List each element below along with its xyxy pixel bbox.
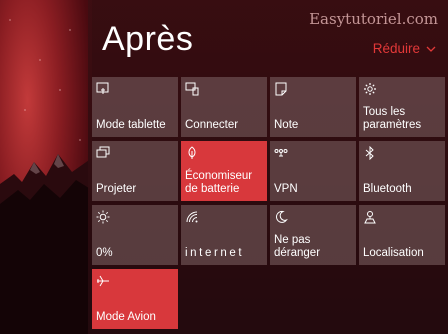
tile-label: Connecter [185, 119, 239, 131]
note-icon [275, 82, 287, 96]
action-center-panel: Après Easytutoriel.com Réduire Mode tabl… [88, 0, 448, 334]
tablet-mode-icon [96, 82, 109, 94]
chevron-down-icon [426, 46, 436, 52]
tile-quiet-hours[interactable]: Ne pas déranger [270, 205, 356, 265]
tile-label: Mode Avion [96, 311, 156, 323]
tile-airplane-mode[interactable]: Mode Avion [92, 269, 178, 329]
tile-label: Mode tablette [96, 119, 166, 131]
tile-label: VPN [274, 183, 298, 195]
gear-icon [364, 83, 376, 95]
tile-bluetooth[interactable]: Bluetooth [359, 141, 445, 201]
tile-battery-saver[interactable]: Économiseur de batterie [181, 141, 267, 201]
wifi-icon [186, 211, 198, 223]
tile-label: Tous les paramètres [363, 106, 422, 131]
tile-label: internet [185, 247, 245, 259]
tile-network[interactable]: internet [181, 205, 267, 265]
quiet-hours-icon [275, 210, 288, 223]
connect-icon [185, 82, 199, 96]
airplane-icon [97, 275, 109, 287]
tile-connect[interactable]: Connecter [181, 77, 267, 137]
tile-label: 0% [96, 247, 113, 259]
page-title: Après [102, 20, 194, 58]
tile-label: Économiseur de batterie [185, 170, 253, 195]
tile-label: Note [274, 119, 299, 131]
collapse-label: Réduire [372, 41, 420, 56]
tile-project[interactable]: Projeter [92, 141, 178, 201]
tile-label: Ne pas déranger [274, 234, 321, 259]
project-icon [96, 146, 110, 158]
tile-label: Localisation [363, 247, 424, 259]
watermark: Easytutoriel.com [309, 10, 438, 28]
desktop-wallpaper [0, 0, 92, 334]
tile-all-settings[interactable]: Tous les paramètres [359, 77, 445, 137]
bluetooth-icon [365, 146, 374, 160]
tile-tablet-mode[interactable]: Mode tablette [92, 77, 178, 137]
mountain-silhouette [0, 154, 92, 334]
tile-label: Projeter [96, 183, 137, 195]
collapse-button[interactable]: Réduire [373, 41, 436, 56]
vpn-icon [274, 149, 288, 157]
battery-saver-icon [188, 146, 196, 159]
tile-note[interactable]: Note [270, 77, 356, 137]
tile-brightness[interactable]: 0% [92, 205, 178, 265]
tile-vpn[interactable]: VPN [270, 141, 356, 201]
location-icon [364, 211, 376, 224]
brightness-icon [96, 210, 110, 224]
tile-location[interactable]: Localisation [359, 205, 445, 265]
tile-label: Bluetooth [363, 183, 412, 195]
